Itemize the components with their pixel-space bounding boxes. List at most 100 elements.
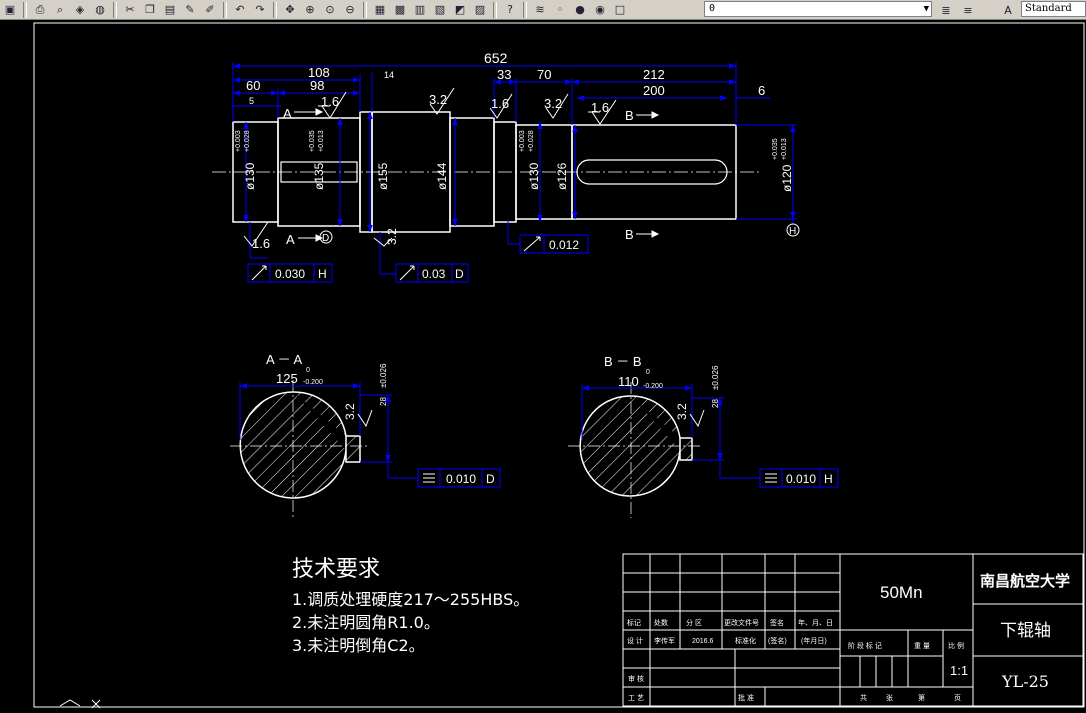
tol-up: +0.035 (309, 130, 316, 152)
rev-header: 签名 (770, 618, 784, 627)
markup-icon[interactable]: ◩ (451, 2, 469, 18)
tol-up: 0 (646, 369, 650, 376)
dim-70: 70 (537, 67, 551, 82)
material-label: 50Mn (880, 583, 923, 602)
preview-icon[interactable]: ⌕ (51, 2, 69, 18)
process-label: 工 艺 (628, 694, 644, 702)
dim-6: 6 (758, 83, 765, 98)
roughness-label: 3.2 (544, 96, 562, 111)
dim-dia130b: ø130 (527, 162, 541, 190)
copy-icon[interactable]: ❐ (141, 2, 159, 18)
textstyle-icon[interactable]: A (999, 2, 1017, 18)
layer-dropdown[interactable]: 0 ▼ (704, 1, 932, 17)
layer-manager-icon[interactable]: ≋ (531, 2, 549, 18)
notes-line: 1.调质处理硬度217～255HBS。 (292, 590, 529, 609)
fcf-value: 0.010 (446, 472, 476, 486)
publish-icon[interactable]: ◈ (71, 2, 89, 18)
section-label-a: A (286, 232, 295, 247)
tol-lo: +0.028 (528, 130, 535, 152)
scale-value: 1:1 (950, 663, 968, 678)
redo-icon[interactable]: ↷ (251, 2, 269, 18)
sheet-label: 共 (860, 693, 867, 702)
design-cell: 李传军 (654, 636, 675, 645)
rev-header: 更改文件号 (724, 618, 759, 627)
stage-header: 重 量 (914, 642, 930, 650)
dim-dia135: ø135 (312, 162, 326, 190)
section-b-depth-tol: ±0.026 (711, 365, 720, 390)
stage-header: 阶 段 标 记 (848, 641, 882, 650)
section-a-depth-tol: ±0.026 (379, 363, 388, 388)
toolbar-separator (223, 1, 227, 18)
fcf-datum: D (455, 267, 464, 281)
roughness-label: 1.6 (252, 236, 270, 251)
section-a-width: 125 (276, 371, 298, 386)
plot-icon[interactable]: ◍ (91, 2, 109, 18)
roughness-label: 1.6 (321, 94, 339, 109)
section-b-depth: 28 (711, 399, 720, 408)
datum-h-label: H (789, 226, 796, 237)
approve-label: 批 准 (738, 693, 754, 702)
tol-lo: +0.028 (244, 130, 251, 152)
paste-icon[interactable]: ▤ (161, 2, 179, 18)
pan-icon[interactable]: ✥ (281, 2, 299, 18)
layer-prev-icon[interactable]: ≣ (937, 2, 955, 18)
calculator-icon[interactable]: ▨ (471, 2, 489, 18)
notes-line: 3.未注明倒角C2。 (292, 636, 425, 655)
design-cell: 标准化 (735, 636, 756, 645)
color-icon[interactable]: □ (611, 2, 629, 18)
toolbar-separator (363, 1, 367, 18)
layer-states-icon[interactable]: ≡ (959, 2, 977, 18)
toolpalette-icon[interactable]: ▥ (411, 2, 429, 18)
dim-dia126: ø126 (555, 162, 569, 190)
fcf-value: 0.030 (275, 267, 305, 281)
zoom-realtime-icon[interactable]: ⊕ (301, 2, 319, 18)
section-a-title: A － A (266, 352, 302, 367)
text-style-dropdown[interactable]: Standard (1021, 1, 1086, 17)
matchprop-icon[interactable]: ✎ (181, 2, 199, 18)
fcf-value: 0.012 (549, 238, 579, 252)
flatness-icon (765, 473, 777, 483)
stage-header: 比 例 (948, 641, 964, 650)
rev-header: 标记 (627, 618, 641, 627)
help-icon[interactable]: ? (501, 2, 519, 18)
print-icon[interactable]: ⎙ (31, 2, 49, 18)
tol-lo: -0.200 (643, 383, 663, 390)
fcf-datum: H (824, 472, 833, 486)
dim-212: 212 (643, 67, 665, 82)
toolbar-separator (523, 1, 527, 18)
sheetset-icon[interactable]: ▧ (431, 2, 449, 18)
properties-icon[interactable]: ▦ (371, 2, 389, 18)
cut-icon[interactable]: ✂ (121, 2, 139, 18)
section-b-view (568, 382, 839, 518)
tol-lo: +0.013 (781, 138, 788, 160)
section-label-a: A (283, 106, 292, 121)
tol-lo: -0.200 (303, 379, 323, 386)
chevron-down-icon[interactable]: ▼ (924, 2, 929, 16)
fcf-value: 0.03 (422, 267, 446, 281)
dim-98: 98 (310, 78, 324, 93)
bulb-icon[interactable]: ◦ (551, 2, 569, 18)
designcenter-icon[interactable]: ▩ (391, 2, 409, 18)
sun-icon[interactable]: ● (571, 2, 589, 18)
school-logo-text: 南昌航空大学 (980, 572, 1070, 590)
section-label-b: B (625, 227, 634, 242)
design-cell: (年月日) (801, 636, 827, 645)
dim-33: 33 (497, 67, 511, 82)
design-cell: 2016.6 (692, 638, 714, 645)
save-icon[interactable]: ▣ (1, 2, 19, 18)
brush-icon[interactable]: ✐ (201, 2, 219, 18)
drawing-canvas[interactable]: 1.6 3.2 1.6 3.2 1.6 1.6 3.2 652 108 98 6… (0, 20, 1086, 709)
tol-lo: +0.013 (318, 130, 325, 152)
section-label-b: B (625, 108, 634, 123)
undo-icon[interactable]: ↶ (231, 2, 249, 18)
toolbar-separator (113, 1, 117, 18)
zoom-window-icon[interactable]: ⊙ (321, 2, 339, 18)
section-b-width: 110 (618, 374, 639, 389)
sheet-label: 张 (886, 693, 893, 702)
sheet-label: 第 (918, 693, 925, 702)
zoom-previous-icon[interactable]: ⊖ (341, 2, 359, 18)
drawing-svg: 1.6 3.2 1.6 3.2 1.6 1.6 3.2 652 108 98 6… (33, 22, 1085, 709)
lock-icon[interactable]: ◉ (591, 2, 609, 18)
tol-up: +0.003 (519, 130, 526, 152)
fcf-value: 0.010 (786, 472, 816, 486)
